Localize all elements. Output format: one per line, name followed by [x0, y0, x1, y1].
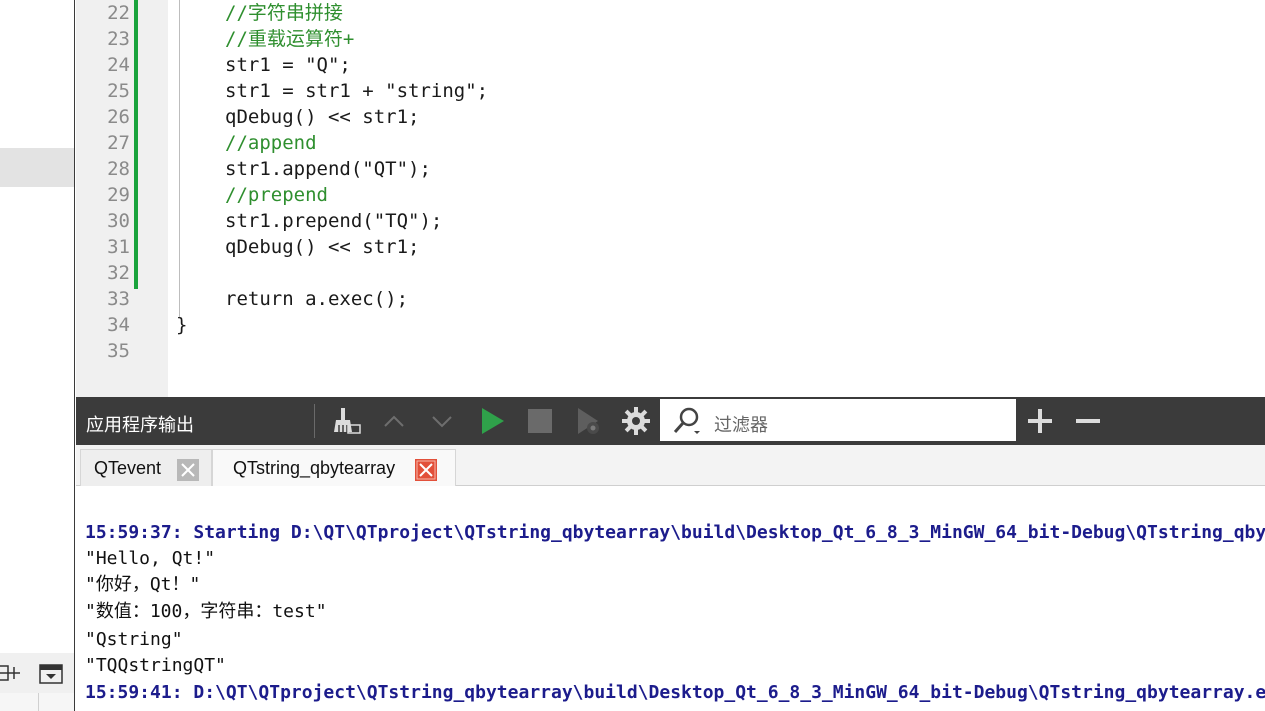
code-line[interactable]: qDebug() << str1;: [225, 234, 419, 260]
tab-qtevent[interactable]: QTevent: [80, 449, 212, 486]
split-add-icon[interactable]: [0, 662, 22, 684]
filter-input[interactable]: 过滤器: [660, 399, 1016, 441]
line-number: 32: [107, 262, 130, 284]
close-icon[interactable]: [415, 459, 437, 481]
tab-label: QTevent: [94, 458, 162, 478]
line-number: 29: [107, 184, 130, 206]
gear-icon[interactable]: [620, 405, 652, 437]
line-number: 22: [107, 2, 130, 24]
stop-icon[interactable]: [524, 405, 556, 437]
collapse-panel-icon[interactable]: [38, 663, 64, 685]
line-number: 35: [107, 340, 130, 362]
code-line[interactable]: qDebug() << str1;: [225, 104, 419, 130]
output-line: "Hello, Qt!": [85, 548, 216, 569]
code-line[interactable]: //重载运算符+: [225, 26, 354, 52]
output-tabs: QTevent QTstring_qbytearray: [76, 445, 1265, 486]
chevron-up-icon[interactable]: [378, 405, 410, 437]
line-number: 30: [107, 210, 130, 232]
line-number: 31: [107, 236, 130, 258]
attach-debugger-icon[interactable]: [572, 405, 604, 437]
toolbar-separator: [314, 404, 315, 438]
line-number: 23: [107, 28, 130, 50]
output-line: "Qstring": [85, 629, 183, 650]
plus-icon[interactable]: [1024, 405, 1056, 437]
run-icon[interactable]: [476, 405, 508, 437]
code-editor[interactable]: 22 23 24 25 26 27 28 29 30 31 32 33 34 3…: [76, 0, 1265, 397]
code-line[interactable]: str1.prepend("TQ");: [225, 208, 442, 234]
minus-icon[interactable]: [1072, 405, 1104, 437]
line-number: 34: [107, 314, 130, 336]
search-icon: [673, 407, 700, 434]
chevron-down-icon[interactable]: [426, 405, 458, 437]
code-line[interactable]: //字符串拼接: [225, 0, 343, 26]
output-line: "TQQstringQT": [85, 655, 226, 676]
output-pane-toolbar: 应用程序输出 过滤器: [76, 397, 1265, 445]
application-output[interactable]: 15:59:37: Starting D:\QT\QTproject\QTstr…: [76, 486, 1265, 711]
code-line[interactable]: //prepend: [225, 182, 328, 208]
indent-guide: [179, 0, 180, 318]
left-sidebar: [0, 0, 75, 711]
line-number: 25: [107, 80, 130, 102]
sidebar-lower-strip: [0, 693, 74, 711]
change-marker-bar: [134, 0, 138, 289]
tab-label: QTstring_qbytearray: [233, 458, 396, 478]
line-number: 27: [107, 132, 130, 154]
code-line[interactable]: return a.exec();: [225, 286, 408, 312]
code-line[interactable]: }: [176, 312, 187, 338]
sidebar-selected-item[interactable]: [0, 148, 74, 187]
line-number: 24: [107, 54, 130, 76]
filter-placeholder: 过滤器: [714, 415, 768, 436]
output-line: "你好，Qt！": [85, 574, 201, 595]
line-number: 33: [107, 288, 130, 310]
close-icon[interactable]: [177, 459, 199, 481]
line-number: 26: [107, 106, 130, 128]
code-line[interactable]: str1.append("QT");: [225, 156, 431, 182]
output-line: "数值：100，字符串：test": [85, 601, 327, 622]
output-line: 15:59:37: Starting D:\QT\QTproject\QTstr…: [85, 522, 1265, 543]
code-line[interactable]: //append: [225, 130, 317, 156]
code-line[interactable]: str1 = str1 + "string";: [225, 78, 488, 104]
line-number: 28: [107, 158, 130, 180]
clear-icon[interactable]: [330, 405, 362, 437]
output-pane-title: 应用程序输出: [86, 415, 194, 436]
code-line[interactable]: str1 = "Q";: [225, 52, 351, 78]
output-line: 15:59:41: D:\QT\QTproject\QTstring_qbyte…: [85, 682, 1265, 703]
tab-qtstring-qbytearray[interactable]: QTstring_qbytearray: [212, 449, 456, 486]
